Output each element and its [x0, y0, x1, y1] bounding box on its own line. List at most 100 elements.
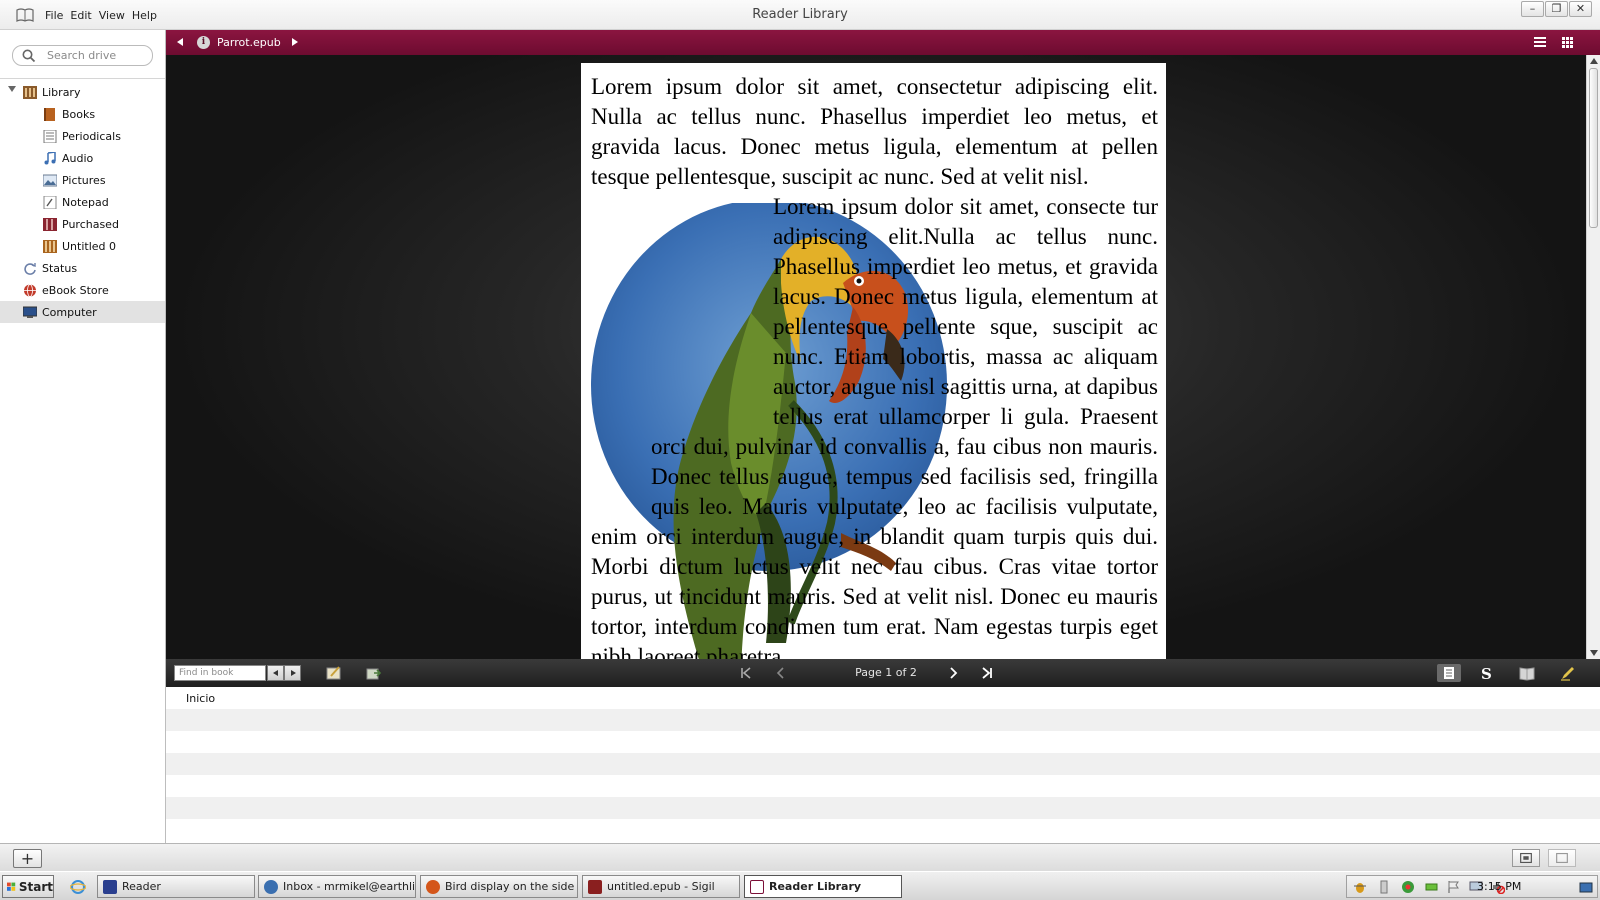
- task-reader-library[interactable]: Reader Library: [744, 875, 902, 898]
- find-in-book-input[interactable]: [174, 665, 266, 681]
- sidebar-item-audio[interactable]: Audio: [43, 147, 165, 169]
- menu-bar: File Edit View Help: [45, 9, 157, 22]
- vertical-scrollbar[interactable]: [1586, 55, 1600, 659]
- sidebar-item-periodicals[interactable]: Periodicals: [43, 125, 165, 147]
- toc-entry[interactable]: Inicio: [186, 692, 215, 705]
- close-button[interactable]: ✕: [1569, 1, 1592, 17]
- scroll-thumb[interactable]: [1589, 68, 1598, 228]
- task-reader[interactable]: Reader: [97, 875, 255, 898]
- reader-footer-toolbar: Page 1 of 2 S: [166, 659, 1600, 687]
- toc-row: [166, 753, 1600, 775]
- add-collection-button[interactable]: +: [13, 849, 42, 868]
- books-icon: [44, 107, 55, 121]
- task-browser[interactable]: Bird display on the side o...: [420, 875, 578, 898]
- menu-view[interactable]: View: [99, 9, 125, 22]
- tree-expand-arrow-icon[interactable]: [8, 86, 16, 92]
- windows-logo-icon: [7, 882, 16, 891]
- show-desktop-icon[interactable]: [1579, 880, 1593, 894]
- export-icon[interactable]: [366, 665, 382, 681]
- windows-taskbar: Start Reader Inbox - mrmikel@earthlin...…: [0, 871, 1600, 900]
- reader-library-icon: [750, 879, 764, 894]
- search-box: [12, 45, 153, 66]
- sidebar-item-label: eBook Store: [42, 283, 109, 297]
- highlight-pen-icon[interactable]: [1560, 665, 1576, 681]
- minimize-button[interactable]: –: [1521, 1, 1544, 17]
- sidebar-divider: [0, 78, 165, 79]
- menu-help[interactable]: Help: [132, 9, 157, 22]
- first-page-icon[interactable]: [737, 664, 755, 682]
- sidebar-item-pictures[interactable]: Pictures: [43, 169, 165, 191]
- sidebar-item-notepad[interactable]: Notepad: [43, 191, 165, 213]
- collection-icon: [43, 239, 57, 253]
- task-label: Reader: [122, 880, 161, 893]
- toc-row: [166, 819, 1600, 841]
- reading-area: Lorem ipsum dolor sit amet, consectetur …: [166, 55, 1586, 659]
- sidebar-item-label: Pictures: [62, 173, 106, 187]
- sync-icon: [24, 262, 36, 275]
- svg-text:S: S: [1481, 665, 1492, 681]
- bug-tray-icon[interactable]: [1353, 880, 1367, 894]
- start-button[interactable]: Start: [2, 875, 54, 898]
- sidebar-item-library[interactable]: Library: [23, 81, 165, 103]
- sidebar-item-label: Untitled 0: [62, 239, 117, 253]
- next-document-icon[interactable]: [292, 38, 298, 46]
- network-tray-icon[interactable]: [1377, 880, 1391, 894]
- task-sigil[interactable]: untitled.epub - Sigil: [582, 875, 740, 898]
- battery-tray-icon[interactable]: [1425, 880, 1439, 894]
- sidebar-item-label: Purchased: [62, 217, 119, 231]
- annotations-icon[interactable]: [326, 665, 342, 681]
- search-icon: [22, 49, 36, 63]
- previous-document-icon[interactable]: [177, 38, 183, 46]
- pictures-icon: [43, 174, 57, 186]
- sidebar-item-purchased[interactable]: Purchased: [43, 213, 165, 235]
- next-page-icon[interactable]: [944, 664, 962, 682]
- last-page-icon[interactable]: [978, 664, 996, 682]
- book-page[interactable]: Lorem ipsum dolor sit amet, consectetur …: [581, 63, 1166, 659]
- reader-app-icon: [103, 879, 117, 894]
- info-icon[interactable]: i: [197, 36, 210, 49]
- toc-row: [166, 797, 1600, 819]
- find-previous-button[interactable]: [267, 665, 284, 681]
- sidebar-item-computer[interactable]: Computer: [0, 301, 165, 323]
- scroll-up-arrow-icon[interactable]: [1590, 58, 1598, 64]
- menu-edit[interactable]: Edit: [70, 9, 91, 22]
- toc-row: [166, 709, 1600, 731]
- task-label: Inbox - mrmikel@earthlin...: [283, 880, 416, 893]
- image-float-spacer: [591, 192, 773, 410]
- paragraph-1: Lorem ipsum dolor sit amet, consectetur …: [591, 74, 1158, 189]
- page-view-icon[interactable]: [1437, 664, 1461, 682]
- sidebar: Library Books Periodicals Audio Pictures…: [0, 30, 166, 843]
- purchased-icon: [43, 217, 57, 231]
- internet-explorer-icon[interactable]: [70, 879, 86, 895]
- sidebar-item-status[interactable]: Status: [23, 257, 165, 279]
- start-label: Start: [18, 879, 53, 894]
- globe-icon: [24, 283, 36, 297]
- toc-row: [166, 775, 1600, 797]
- update-tray-icon[interactable]: [1401, 880, 1415, 894]
- page-indicator: Page 1 of 2: [855, 666, 917, 679]
- window-title: Reader Library: [752, 7, 848, 22]
- sidebar-item-untitled-0[interactable]: Untitled 0: [43, 235, 165, 257]
- find-next-button[interactable]: [284, 665, 301, 681]
- sidebar-item-books[interactable]: Books: [43, 103, 165, 125]
- search-input[interactable]: [47, 48, 147, 63]
- toc-row[interactable]: Inicio: [166, 687, 1600, 709]
- task-inbox[interactable]: Inbox - mrmikel@earthlin...: [258, 875, 416, 898]
- grid-view-icon[interactable]: [1562, 37, 1573, 48]
- sidebar-item-ebook-store[interactable]: eBook Store: [23, 279, 165, 301]
- previous-page-icon[interactable]: [772, 664, 790, 682]
- library-icon: [23, 85, 37, 99]
- list-view-icon[interactable]: [1534, 37, 1546, 47]
- clock: 3:15 PM: [1477, 880, 1522, 893]
- scroll-down-arrow-icon[interactable]: [1590, 650, 1598, 656]
- title-bar: File Edit View Help Reader Library – ❐ ✕: [0, 0, 1600, 30]
- sidebar-item-label: Periodicals: [62, 129, 121, 143]
- menu-file[interactable]: File: [45, 9, 63, 22]
- window-mode-button[interactable]: [1548, 849, 1576, 867]
- restore-button[interactable]: ❐: [1545, 1, 1568, 17]
- flag-tray-icon[interactable]: [1447, 880, 1461, 894]
- text-size-icon[interactable]: S: [1478, 665, 1494, 681]
- fullscreen-button[interactable]: [1512, 849, 1540, 867]
- sidebar-item-label: Status: [42, 261, 78, 275]
- bookmark-icon[interactable]: [1519, 665, 1535, 681]
